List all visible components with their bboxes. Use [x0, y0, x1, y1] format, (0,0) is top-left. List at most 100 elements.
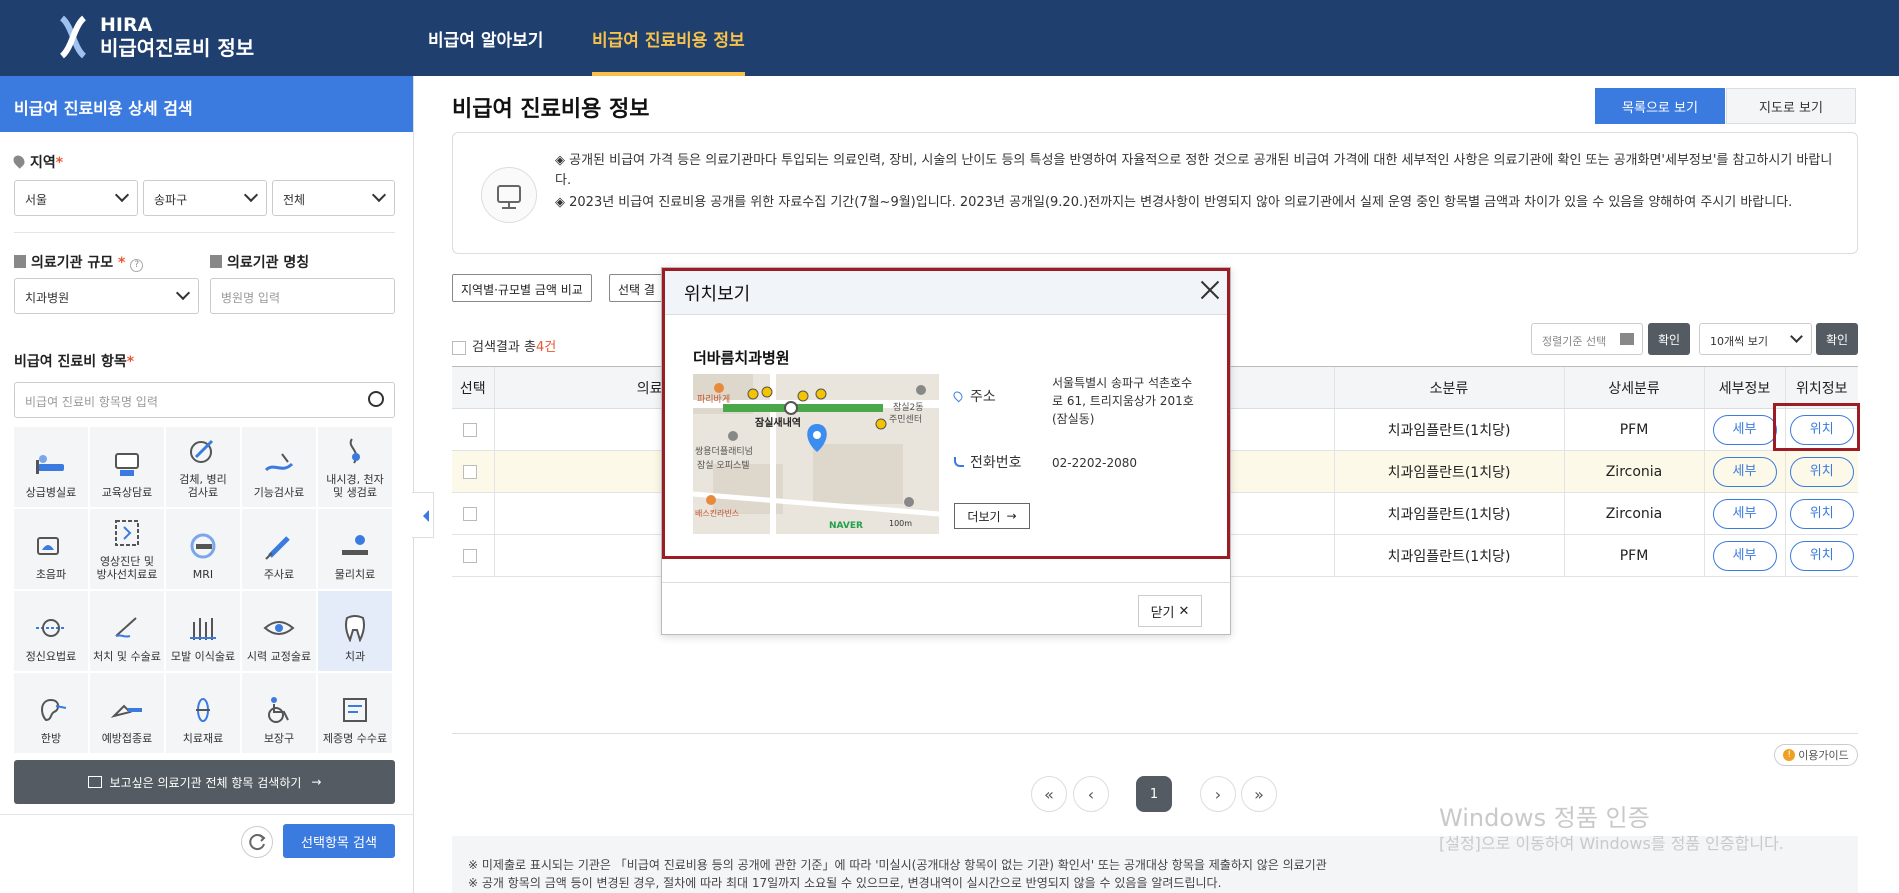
- windows-activation-title: Windows 정품 인증: [1439, 804, 1650, 832]
- hira-logo-mark-icon: [56, 14, 90, 60]
- search-icon[interactable]: [368, 391, 384, 407]
- category-device[interactable]: 보장구: [242, 673, 316, 753]
- selected-results-button[interactable]: 선택 결: [609, 274, 663, 302]
- modal-footer: [662, 582, 1230, 583]
- function-test-icon: [262, 450, 296, 478]
- category-surgery[interactable]: 처치 및 수술료: [90, 591, 164, 671]
- sidebar-collapse-toggle[interactable]: [412, 492, 434, 538]
- footnote-1: ※ 미제출로 표시되는 기관은 「비급여 진료비용 등의 공개에 관한 기준」에…: [468, 858, 1327, 872]
- last-page-button[interactable]: »: [1241, 776, 1277, 812]
- region-label: 지역*: [11, 152, 63, 172]
- location-button[interactable]: 위치: [1789, 456, 1854, 487]
- hospital-icon: [87, 776, 102, 788]
- close-button[interactable]: 닫기 ✕: [1138, 595, 1202, 627]
- top-navigation-bar: HIRA 비급여진료비 정보 비급여 알아보기 비급여 진료비용 정보: [0, 0, 1899, 76]
- category-function-test[interactable]: 기능검사료: [242, 427, 316, 507]
- nav-noncovered-cost[interactable]: 비급여 진료비용 정보: [592, 0, 745, 76]
- category-grid: 상급병실료 교육상담료 검체, 병리 검사료 기능검사료 내시경, 천자 및 생…: [14, 427, 394, 753]
- sort-confirm-button[interactable]: 확인: [1648, 323, 1690, 355]
- category-certificate[interactable]: 제증명 수수료: [318, 673, 392, 753]
- category-room[interactable]: 상급병실료: [14, 427, 88, 507]
- category-specimen[interactable]: 검체, 병리 검사료: [166, 427, 240, 507]
- category-oriental[interactable]: 한방: [14, 673, 88, 753]
- page-title: 비급여 진료비용 정보: [452, 97, 650, 122]
- ultrasound-icon: [34, 532, 68, 560]
- mri-icon: [186, 532, 220, 560]
- search-all-items-button[interactable]: 보고싶은 의료기관 전체 항목 검색하기 →: [14, 760, 395, 804]
- list-icon: [1620, 333, 1634, 345]
- category-endoscope[interactable]: 내시경, 천자 및 생검료: [318, 427, 392, 507]
- hair-icon: [186, 614, 220, 642]
- sidebar-title: 비급여 진료비용 상세 검색: [0, 76, 413, 132]
- row-checkbox[interactable]: [462, 548, 477, 563]
- category-education[interactable]: 교육상담료: [90, 427, 164, 507]
- first-page-button[interactable]: «: [1031, 776, 1067, 812]
- windows-activation-text: [설정]으로 이동하여 Windows를 정품 인증합니다.: [1439, 834, 1784, 853]
- category-psychotherapy[interactable]: 정신요법료: [14, 591, 88, 671]
- bed-icon: [34, 450, 68, 478]
- scale-select[interactable]: 치과병원: [14, 278, 199, 314]
- notice-text-2: ◈ 2023년 비급여 진료비용 공개를 위한 자료수집 기간(7월~9월)입니…: [555, 195, 1793, 210]
- location-button[interactable]: 위치: [1789, 540, 1854, 571]
- logo-text-ko: 비급여진료비 정보: [100, 36, 255, 60]
- region-district-select[interactable]: 송파구: [143, 180, 267, 216]
- row-checkbox[interactable]: [462, 464, 477, 479]
- current-page-button[interactable]: 1: [1136, 776, 1172, 812]
- detail-button[interactable]: 세부: [1712, 498, 1777, 529]
- page-size-confirm-button[interactable]: 확인: [1816, 323, 1858, 355]
- category-dental[interactable]: 치과: [318, 591, 392, 671]
- next-page-button[interactable]: ›: [1200, 776, 1236, 812]
- hospital-name-input[interactable]: 병원명 입력: [210, 278, 395, 314]
- category-radiology[interactable]: 영상진단 및 방사선치료료: [90, 509, 164, 589]
- region-city-select[interactable]: 서울: [14, 180, 138, 216]
- highlight-box: [1773, 403, 1860, 451]
- ear-icon: [34, 696, 68, 724]
- category-injection[interactable]: 주사료: [242, 509, 316, 589]
- select-all-checkbox[interactable]: [452, 340, 466, 355]
- search-selected-button[interactable]: 선택항목 검색: [283, 824, 395, 858]
- category-vaccine[interactable]: 예방접종료: [90, 673, 164, 753]
- physio-icon: [338, 532, 372, 560]
- scale-label: 의료기관 규모 * ?: [14, 252, 144, 272]
- help-icon[interactable]: ?: [130, 259, 144, 272]
- category-ultrasound[interactable]: 초음파: [14, 509, 88, 589]
- category-mri[interactable]: MRI: [166, 509, 240, 589]
- category-hair[interactable]: 모발 이식술료: [166, 591, 240, 671]
- wheelchair-icon: [262, 696, 296, 724]
- syringe-icon: [262, 532, 296, 560]
- hospital-name-label: 의료기관 명칭: [210, 252, 309, 272]
- page-size-select[interactable]: 10개씩 보기: [1699, 323, 1812, 355]
- category-material[interactable]: 치료재료: [166, 673, 240, 753]
- vaccine-icon: [110, 696, 144, 724]
- detail-button[interactable]: 세부: [1712, 456, 1777, 487]
- row-checkbox[interactable]: [462, 422, 477, 437]
- notice-box: ◈ 공개된 비급여 가격 등은 의료기관마다 투입되는 의료인력, 장비, 시술…: [452, 132, 1858, 254]
- footnote-2: ※ 공개 항목의 금액 등이 변경된 경우, 절차에 따라 최대 17일까지 소…: [468, 876, 1222, 890]
- brain-icon: [34, 614, 68, 642]
- category-physio[interactable]: 물리치료: [318, 509, 392, 589]
- highlight-box: [662, 268, 1230, 559]
- view-list-button[interactable]: 목록으로 보기: [1595, 88, 1725, 124]
- detail-button[interactable]: 세부: [1712, 540, 1777, 571]
- result-count: 검색결과 총4건: [452, 336, 556, 355]
- usage-guide-button[interactable]: ! 이용가이드: [1774, 744, 1858, 766]
- hospital-icon: [210, 255, 222, 268]
- item-search-input[interactable]: 비급여 진료비 항목명 입력: [14, 382, 395, 418]
- chevron-down-icon: [371, 187, 387, 203]
- sort-select[interactable]: 정렬기준 선택: [1531, 323, 1643, 355]
- nav-noncovered-info[interactable]: 비급여 알아보기: [428, 0, 543, 76]
- prev-page-button[interactable]: ‹: [1073, 776, 1109, 812]
- location-button[interactable]: 위치: [1789, 498, 1854, 529]
- view-map-button[interactable]: 지도로 보기: [1726, 88, 1856, 124]
- refresh-icon[interactable]: [241, 826, 273, 858]
- compare-region-button[interactable]: 지역별·규모별 금액 비교: [452, 274, 592, 302]
- divider: [0, 814, 414, 815]
- radiology-icon: [110, 519, 144, 547]
- category-vision[interactable]: 시력 교정술료: [242, 591, 316, 671]
- divider: [452, 733, 1858, 734]
- region-dong-select[interactable]: 전체: [272, 180, 395, 216]
- hira-logo[interactable]: HIRA 비급여진료비 정보: [56, 14, 254, 60]
- chevron-down-icon: [175, 285, 191, 301]
- detail-button[interactable]: 세부: [1712, 414, 1777, 445]
- row-checkbox[interactable]: [462, 506, 477, 521]
